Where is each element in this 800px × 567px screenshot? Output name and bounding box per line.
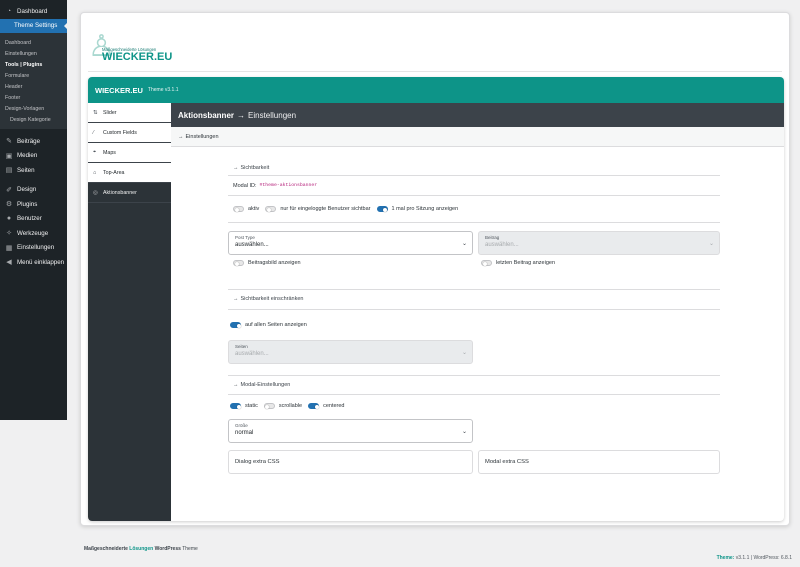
chevron-down-icon: ⌄: [461, 429, 467, 435]
tab-einstellungen[interactable]: → Einstellungen: [171, 127, 784, 147]
beitrag-select: Beitrag auswählen... ⌄: [478, 231, 720, 255]
main-content: Aktionsbanner → Einstellungen → Einstell…: [171, 103, 784, 521]
dashboard-icon: ◔: [6, 7, 12, 15]
menu-werkzeuge[interactable]: ✧ Werkzeuge: [0, 226, 67, 241]
switch: [233, 206, 244, 212]
switch: [230, 403, 241, 409]
menu-collapse[interactable]: ◀ Menü einklappen: [0, 255, 67, 270]
pages-selection: auf allen Seiten anzeigen Seiten auswähl…: [228, 309, 720, 403]
map-pin-icon: ⌖: [93, 149, 97, 155]
section-sichtbarkeit-einschraenken: → Sichtbarkeit einschränken: [228, 289, 720, 310]
header-divider: [88, 71, 782, 72]
sidebar-item-maps[interactable]: ⌖ Maps: [88, 143, 171, 163]
settings-icon: ▦: [5, 244, 13, 252]
plugin-icon: ⚙: [5, 201, 13, 209]
panel-sidebar: ⇅ Slider ⁄ Custom Fields ⌖ Maps ⌂ Top-Area ◎…: [88, 103, 171, 521]
menu-medien[interactable]: ▣ Medien: [0, 149, 67, 164]
collapse-icon: ◀: [6, 259, 12, 267]
menu-seiten[interactable]: ▤ Seiten: [0, 163, 67, 178]
switch: [233, 260, 244, 266]
user-icon: ●: [6, 215, 12, 223]
menu-benutzer[interactable]: ● Benutzer: [0, 212, 67, 227]
modal-id-value: #theme-aktionsbanner: [259, 183, 318, 188]
modal-toggles: static scrollable centered: [228, 403, 350, 409]
dialog-css-field[interactable]: Dialog extra CSS: [228, 450, 473, 474]
visibility-toggles: aktiv nur für eingeloggte Benutzer sicht…: [228, 196, 720, 222]
title-arrow: →: [237, 110, 246, 120]
submenu-header[interactable]: Header: [0, 81, 67, 92]
toggle-centered[interactable]: centered: [308, 403, 344, 409]
post-type-select[interactable]: Post Type auswählen... ⌄: [228, 231, 473, 255]
wrench-icon: ✧: [6, 230, 12, 238]
chevron-down-icon: ⌄: [708, 241, 714, 247]
submenu-design-kategorie[interactable]: Design Kategorie: [0, 114, 67, 125]
modal-id-row: Modal ID: #theme-aktionsbanner: [228, 176, 720, 196]
menu-design[interactable]: ✐ Design: [0, 183, 67, 198]
toggle-all-pages[interactable]: auf allen Seiten anzeigen: [228, 322, 307, 328]
brush-icon: ✐: [6, 186, 12, 194]
chevron-down-icon: ⌄: [461, 350, 467, 356]
toggle-once-per-session[interactable]: 1 mal pro Sitzung anzeigen: [376, 206, 458, 212]
sidebar-item-slider[interactable]: ⇅ Slider: [88, 103, 171, 123]
slider-icon: ⇅: [93, 109, 98, 116]
sidebar-item-aktionsbanner[interactable]: ◎ Aktionsbanner: [88, 183, 171, 203]
menu-beitraege[interactable]: ✎ Beiträge: [0, 134, 67, 149]
toggle-scrollable[interactable]: scrollable: [263, 403, 302, 409]
pen-icon: ⁄: [93, 129, 94, 136]
submenu-formulare[interactable]: Formulare: [0, 70, 67, 81]
menu-dashboard[interactable]: ◔ Dashboard: [0, 4, 67, 19]
switch: [230, 322, 241, 328]
media-icon: ▣: [5, 152, 13, 160]
page-title: Aktionsbanner → Einstellungen: [171, 103, 784, 127]
sidebar-item-top-area[interactable]: ⌂ Top-Area: [88, 163, 171, 183]
submenu-tools-plugins[interactable]: Tools | Plugins: [0, 59, 67, 70]
toggle-letzten-beitrag[interactable]: letzten Beitrag anzeigen: [478, 260, 555, 266]
toggle-aktiv[interactable]: aktiv: [233, 206, 259, 212]
menu-plugins[interactable]: ⚙ Plugins: [0, 197, 67, 212]
menu-theme-settings[interactable]: Theme Settings: [0, 18, 67, 33]
footer-version: Theme: v3.1.1 | WordPress: 6.8.1: [716, 555, 792, 561]
modal-css-field[interactable]: Modal extra CSS: [478, 450, 720, 474]
modal-settings: static scrollable centered Größe normal …: [228, 403, 720, 503]
home-icon: ⌂: [93, 169, 97, 176]
section-modal-einstellungen: → Modal-Einstellungen: [228, 375, 720, 395]
section-sichtbarkeit: → Sichtbarkeit: [228, 160, 720, 176]
footer-credit: Maßgeschneiderte Lösungen WordPress Them…: [84, 546, 198, 552]
theme-settings-submenu: Dashboard Einstellungen Tools | Plugins …: [0, 33, 67, 129]
switch: [263, 403, 275, 409]
submenu-design-vorlagen[interactable]: Design-Vorlagen: [0, 103, 67, 114]
arrow-icon: →: [178, 133, 184, 140]
toggle-static[interactable]: static: [230, 403, 258, 409]
theme-panel: WIECKER.EU Theme v3.1.1 ⇅ Slider ⁄ Custom …: [88, 77, 784, 521]
menu-einstellungen[interactable]: ▦ Einstellungen: [0, 241, 67, 256]
chevron-down-icon: ⌄: [461, 241, 467, 247]
toggle-beitragsbild[interactable]: Beitragsbild anzeigen: [228, 260, 301, 266]
panel-title: WIECKER.EU: [95, 85, 143, 95]
switch: [481, 260, 492, 266]
wp-admin-menu: ◔ Dashboard Theme Settings Dashboard Eins…: [0, 0, 67, 420]
seiten-select: Seiten auswählen... ⌄: [228, 340, 473, 364]
submenu-dashboard[interactable]: Dashboard: [0, 37, 67, 48]
settings-card: ♙ Maßgeschneiderte Lösungen WIECKER.EU W…: [80, 12, 790, 526]
submenu-einstellungen[interactable]: Einstellungen: [0, 48, 67, 59]
panel-header: WIECKER.EU Theme v3.1.1: [88, 77, 784, 103]
toggle-logged-in-only[interactable]: nur für eingeloggte Benutzer sichtbar: [265, 206, 371, 212]
panel-version: Theme v3.1.1: [147, 87, 179, 93]
logo-name: WIECKER.EU: [102, 51, 173, 63]
switch: [308, 403, 320, 409]
groesse-select[interactable]: Größe normal ⌄: [228, 419, 473, 443]
sidebar-item-custom-fields[interactable]: ⁄ Custom Fields: [88, 123, 171, 143]
person-figure-icon: ♙: [88, 30, 115, 63]
settings-form: → Sichtbarkeit Modal ID: #theme-aktionsba…: [228, 160, 720, 503]
switch: [265, 206, 277, 212]
page-icon: ▤: [5, 167, 13, 175]
switch: [376, 206, 388, 212]
post-selection: Post Type auswählen... ⌄ Beitrag auswähl…: [228, 222, 720, 310]
bell-icon: ◎: [93, 189, 98, 196]
pin-icon: ✎: [6, 138, 12, 146]
brand-logo: ♙ Maßgeschneiderte Lösungen WIECKER.EU: [88, 20, 178, 70]
submenu-footer[interactable]: Footer: [0, 92, 67, 103]
